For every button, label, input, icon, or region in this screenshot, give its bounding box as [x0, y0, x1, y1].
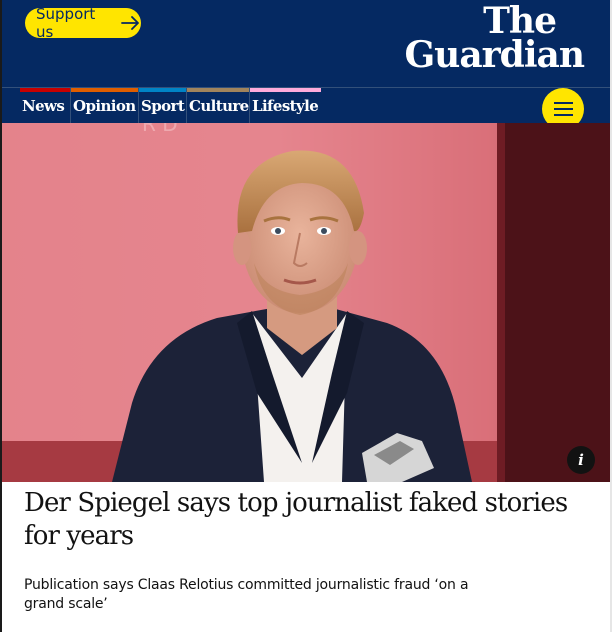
- nav-pillar-bar: [250, 88, 321, 92]
- image-info-button[interactable]: i: [567, 446, 595, 474]
- nav-item-lifestyle[interactable]: Lifestyle: [249, 88, 321, 123]
- nav-item-label: Culture: [189, 96, 249, 115]
- nav-item-label: Sport: [141, 96, 185, 115]
- logo-line-guardian: Guardian: [404, 34, 585, 77]
- support-us-label: Support us: [36, 5, 96, 41]
- nav-pillar-bar: [20, 88, 70, 92]
- nav-item-label: News: [22, 96, 65, 115]
- nav-item-sport[interactable]: Sport: [138, 88, 186, 123]
- journalist-photo: R D: [2, 123, 610, 482]
- main-nav: News Opinion Sport Culture Lifestyle: [2, 87, 610, 130]
- menu-line: [553, 108, 573, 110]
- info-icon: i: [578, 451, 584, 469]
- guardian-page: Support us The Guardian News Opinion Spo…: [0, 0, 612, 632]
- masthead: Support us The Guardian: [2, 0, 610, 87]
- nav-item-label: Opinion: [73, 96, 136, 115]
- svg-text:R D: R D: [142, 123, 178, 136]
- logo-line-the: The: [483, 0, 557, 42]
- article-standfirst: Publication says Claas Relotius committe…: [24, 577, 469, 612]
- nav-pillar-bar: [139, 88, 186, 92]
- menu-line: [553, 114, 573, 116]
- nav-item-label: Lifestyle: [252, 96, 319, 115]
- article-main-image[interactable]: R D i: [2, 123, 610, 482]
- nav-item-news[interactable]: News: [20, 88, 70, 123]
- arrow-right-icon: [121, 15, 141, 31]
- support-us-button[interactable]: Support us: [25, 5, 141, 41]
- nav-item-culture[interactable]: Culture: [186, 88, 249, 123]
- nav-pillar-bar: [187, 88, 249, 92]
- guardian-logo[interactable]: The Guardian: [404, 0, 585, 77]
- article-headline[interactable]: Der Spiegel says top journalist faked st…: [24, 487, 589, 553]
- menu-line: [553, 102, 573, 104]
- nav-pillar-bar: [71, 88, 138, 92]
- nav-item-opinion[interactable]: Opinion: [70, 88, 138, 123]
